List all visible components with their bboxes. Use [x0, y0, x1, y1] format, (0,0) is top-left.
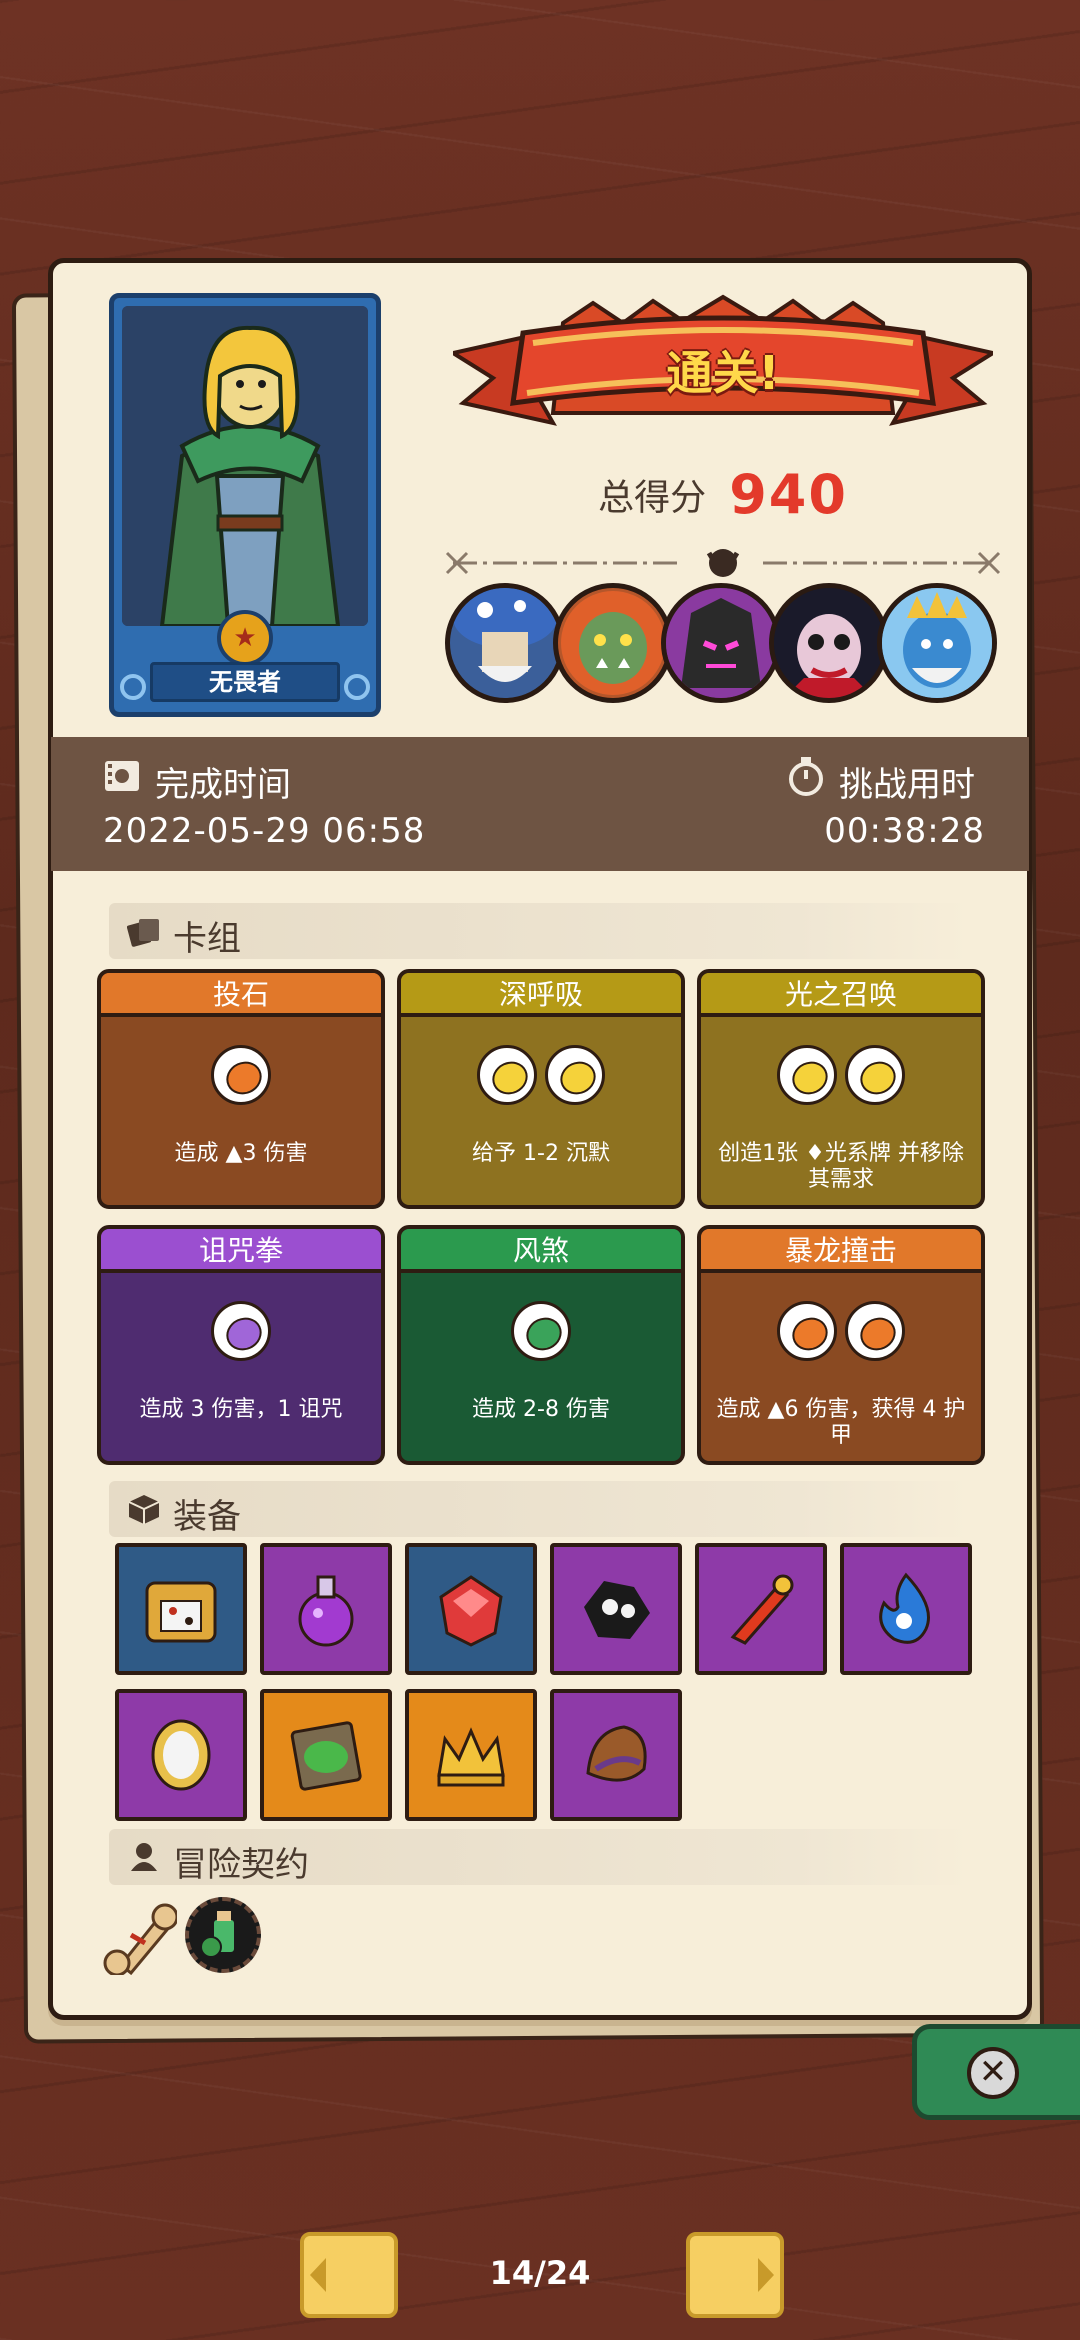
hero-portrait [122, 306, 368, 626]
vampire-boss-icon[interactable] [769, 583, 889, 703]
victory-title: 通关! [666, 346, 780, 400]
orc-boss-icon[interactable] [553, 583, 673, 703]
skull-rune-icon [584, 1581, 650, 1639]
dark-knight-boss-icon[interactable] [661, 583, 781, 703]
challenge-time-label: 挑战用时 [839, 765, 975, 805]
equipment-slot[interactable] [840, 1543, 972, 1675]
potion-contract-icon[interactable] [185, 1897, 261, 1973]
film-icon [105, 761, 139, 791]
card-cost [401, 1301, 681, 1365]
potion-icon [298, 1575, 354, 1647]
energy-orb-icon [211, 1045, 271, 1105]
card-name: 诅咒拳 [101, 1229, 381, 1273]
score-value: 940 [729, 463, 848, 526]
swirl-ornament-icon [344, 674, 370, 700]
box-icon [128, 1495, 160, 1524]
skill-card[interactable]: 诅咒拳造成 3 伤害，1 诅咒 [97, 1225, 385, 1465]
equipment-slot[interactable] [115, 1689, 247, 1821]
page-indicator: 14/24 [489, 2254, 591, 2292]
challenge-time-value: 00:38:28 [824, 811, 985, 851]
medal-icon: ★ [217, 610, 273, 666]
energy-orb-icon [845, 1301, 905, 1361]
equipment-slot[interactable] [260, 1543, 392, 1675]
ice-king-boss-icon[interactable] [877, 583, 997, 703]
equipment-slot[interactable] [405, 1689, 537, 1821]
energy-orb-icon [845, 1045, 905, 1105]
card-description: 造成 2-8 伤害 [472, 1397, 610, 1422]
equipment-slot[interactable] [550, 1689, 682, 1821]
card-name: 深呼吸 [401, 973, 681, 1017]
defeated-bosses [445, 583, 1005, 713]
complete-time-label: 完成时间 [155, 765, 291, 805]
skill-card[interactable]: 暴龙撞击造成 ▲6 伤害，获得 4 护甲 [697, 1225, 985, 1465]
next-page-button[interactable] [686, 2232, 784, 2318]
stopwatch-icon [789, 757, 823, 796]
total-score: 总得分 940 [453, 463, 993, 526]
close-button[interactable]: ✕ [912, 2024, 1080, 2120]
card-cost [101, 1301, 381, 1365]
card-description: 给予 1-2 沉默 [472, 1141, 610, 1166]
ruby-icon [439, 1575, 503, 1647]
dice-box-icon [145, 1581, 217, 1643]
card-name: 光之召唤 [701, 973, 981, 1017]
prev-page-button[interactable] [300, 2232, 398, 2318]
cards-icon [127, 919, 159, 947]
equipment-slot[interactable] [115, 1543, 247, 1675]
equipment-slot[interactable] [260, 1689, 392, 1821]
skill-card[interactable]: 光之召唤创造1张 ♦光系牌 并移除其需求 [697, 969, 985, 1209]
score-label: 总得分 [598, 477, 707, 519]
mushroom-boss-icon[interactable] [445, 583, 565, 703]
equipment-slot[interactable] [550, 1543, 682, 1675]
moss-book-icon [290, 1721, 362, 1791]
card-cost [701, 1301, 981, 1365]
card-description: 创造1张 ♦光系牌 并移除其需求 [718, 1141, 964, 1192]
energy-orb-icon [545, 1045, 605, 1105]
card-cost [401, 1045, 681, 1109]
swirl-ornament-icon [120, 674, 146, 700]
victory-banner: 通关! [447, 293, 999, 443]
energy-orb-icon [777, 1045, 837, 1105]
card-name: 投石 [101, 973, 381, 1017]
crown-icon [437, 1727, 505, 1787]
hero-card[interactable]: ★ 无畏者 [109, 293, 381, 717]
contract-person-icon [131, 1843, 157, 1871]
equipment-title: 装备 [173, 1497, 241, 1537]
card-cost [101, 1045, 381, 1109]
equipment-slot[interactable] [695, 1543, 827, 1675]
equipment-section-header: 装备 [109, 1481, 969, 1537]
scroll-contract-icon[interactable] [101, 1895, 179, 1977]
card-name: 风煞 [401, 1229, 681, 1273]
card-name: 暴龙撞击 [701, 1229, 981, 1273]
skill-card[interactable]: 深呼吸给予 1-2 沉默 [397, 969, 685, 1209]
result-panel: ★ 无畏者 通关! 总得分 940 完成时间 2022-05-29 06:58 … [48, 258, 1032, 2020]
leather-bag-icon [586, 1725, 647, 1782]
card-description: 造成 ▲3 伤害 [174, 1141, 308, 1166]
deck-title: 卡组 [173, 919, 241, 959]
card-cost [701, 1045, 981, 1109]
skill-card[interactable]: 投石造成 ▲3 伤害 [97, 969, 385, 1209]
equipment-slot[interactable] [405, 1543, 537, 1675]
energy-orb-icon [777, 1301, 837, 1361]
close-icon: ✕ [967, 2047, 1019, 2099]
energy-orb-icon [511, 1301, 571, 1361]
energy-orb-icon [477, 1045, 537, 1105]
boss-divider [443, 543, 1003, 583]
time-panel: 完成时间 2022-05-29 06:58 挑战用时 00:38:28 [51, 737, 1029, 871]
mirror-icon [151, 1719, 211, 1791]
energy-orb-icon [211, 1301, 271, 1361]
blue-flame-icon [879, 1572, 930, 1644]
contract-section-header: 冒险契约 [109, 1829, 969, 1885]
deck-section-header: 卡组 [109, 903, 969, 959]
card-description: 造成 ▲6 伤害，获得 4 护甲 [716, 1397, 966, 1448]
dagger-icon [730, 1574, 794, 1645]
card-description: 造成 3 伤害，1 诅咒 [139, 1397, 343, 1422]
complete-time-value: 2022-05-29 06:58 [103, 811, 426, 851]
skill-card[interactable]: 风煞造成 2-8 伤害 [397, 1225, 685, 1465]
contract-title: 冒险契约 [173, 1845, 309, 1885]
hero-name: 无畏者 [150, 662, 340, 702]
